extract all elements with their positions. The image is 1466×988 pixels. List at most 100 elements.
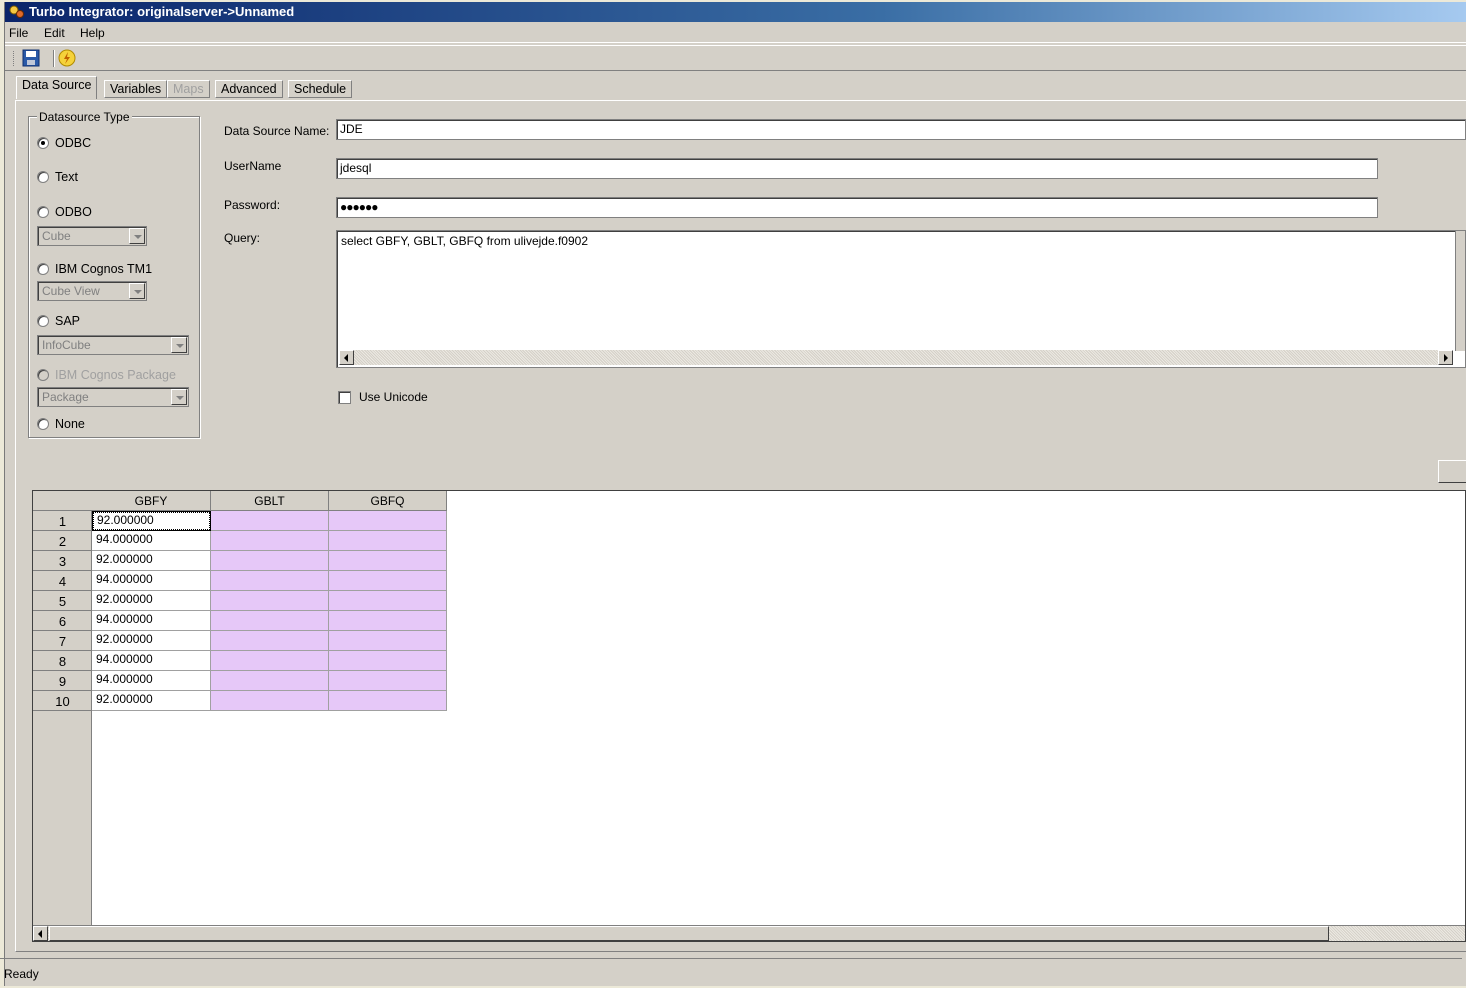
row-header[interactable]: 3 [33, 551, 92, 571]
table-cell-gbfq[interactable] [329, 551, 447, 571]
radio-button[interactable] [37, 263, 49, 275]
table-cell-gbfy[interactable]: 94.000000 [92, 611, 211, 631]
row-header[interactable]: 4 [33, 571, 92, 591]
table-cell-gbfy[interactable]: 94.000000 [92, 571, 211, 591]
grid-horizontal-scrollbar[interactable] [33, 925, 1465, 941]
table-cell-gbfy[interactable]: 92.000000 [92, 551, 211, 571]
run-icon [58, 49, 76, 67]
radio-button-checked[interactable] [37, 137, 49, 149]
table-cell-gbfq[interactable] [329, 651, 447, 671]
table-cell-gbfy[interactable]: 92.000000 [92, 631, 211, 651]
table-cell-gbfy[interactable]: 92.000000 [92, 591, 211, 611]
row-header[interactable]: 8 [33, 651, 92, 671]
app-gears-icon [9, 5, 24, 18]
query-text: select GBFY, GBLT, GBFQ from ulivejde.f0… [341, 234, 588, 248]
column-header-gbfy[interactable]: GBFY [92, 491, 211, 511]
radio-button[interactable] [37, 315, 49, 327]
window-title: Turbo Integrator: originalserver->Unname… [29, 4, 295, 19]
status-text: Ready [4, 967, 39, 981]
menu-bar: File Edit Help [5, 23, 1466, 43]
table-cell-gbfy[interactable]: 92.000000 [92, 511, 211, 531]
chevron-down-icon [171, 389, 187, 405]
table-cell-gblt[interactable] [211, 691, 329, 711]
radio-text[interactable]: Text [37, 170, 78, 186]
table-cell-gblt[interactable] [211, 531, 329, 551]
username-label: UserName [224, 159, 282, 173]
table-cell-gblt[interactable] [211, 631, 329, 651]
table-cell-gblt[interactable] [211, 611, 329, 631]
odbo-combo: Cube [37, 226, 147, 246]
table-cell-gbfq[interactable] [329, 511, 447, 531]
tab-schedule[interactable]: Schedule [288, 80, 353, 98]
preview-button[interactable] [1438, 460, 1466, 483]
table-cell-gbfq[interactable] [329, 591, 447, 611]
query-vertical-scrollbar[interactable] [1455, 231, 1465, 351]
tab-variables[interactable]: Variables [104, 80, 168, 98]
table-cell-gblt[interactable] [211, 551, 329, 571]
package-combo-value: Package [42, 390, 89, 404]
chevron-down-icon [171, 337, 187, 353]
run-button[interactable] [57, 49, 79, 69]
radio-odbc-label: ODBC [55, 136, 92, 150]
row-header[interactable]: 5 [33, 591, 92, 611]
sap-combo: InfoCube [37, 335, 189, 355]
column-header-gbfq[interactable]: GBFQ [329, 491, 447, 511]
tab-data-source[interactable]: Data Source [16, 76, 98, 99]
password-label: Password: [224, 198, 281, 212]
table-cell-gblt[interactable] [211, 651, 329, 671]
radio-button[interactable] [37, 206, 49, 218]
table-cell-gblt[interactable] [211, 571, 329, 591]
table-cell-gbfq[interactable] [329, 671, 447, 691]
row-header[interactable]: 1 [33, 511, 92, 531]
row-header[interactable]: 2 [33, 531, 92, 551]
column-header-gblt[interactable]: GBLT [211, 491, 329, 511]
table-cell-gbfq[interactable] [329, 631, 447, 651]
table-cell-gbfq[interactable] [329, 571, 447, 591]
scroll-right-icon[interactable] [1438, 350, 1453, 365]
query-horizontal-scrollbar[interactable] [339, 350, 1453, 365]
scroll-thumb[interactable] [49, 926, 1329, 941]
table-cell-gblt[interactable] [211, 511, 329, 531]
row-header[interactable]: 6 [33, 611, 92, 631]
toolbar-grip[interactable] [13, 51, 16, 66]
password-field[interactable]: ●●●●●● [336, 197, 1378, 218]
radio-package: IBM Cognos Package [37, 368, 176, 384]
table-cell-gbfy[interactable]: 94.000000 [92, 531, 211, 551]
menu-edit[interactable]: Edit [44, 26, 65, 40]
query-textarea[interactable]: select GBFY, GBLT, GBFQ from ulivejde.f0… [336, 230, 1466, 368]
table-cell-gbfy[interactable]: 94.000000 [92, 651, 211, 671]
table-cell-gbfq[interactable] [329, 531, 447, 551]
radio-button[interactable] [37, 171, 49, 183]
table-cell-gbfy[interactable]: 92.000000 [92, 691, 211, 711]
row-header[interactable]: 10 [33, 691, 92, 711]
username-field[interactable]: jdesql [336, 158, 1378, 179]
menu-file[interactable]: File [9, 26, 28, 40]
radio-tm1-label: IBM Cognos TM1 [55, 262, 153, 276]
row-header[interactable]: 7 [33, 631, 92, 651]
table-cell-gblt[interactable] [211, 671, 329, 691]
radio-text-label: Text [55, 170, 78, 184]
save-button[interactable] [21, 49, 43, 69]
tab-advanced[interactable]: Advanced [215, 80, 283, 98]
table-cell-gbfq[interactable] [329, 611, 447, 631]
radio-tm1[interactable]: IBM Cognos TM1 [37, 262, 152, 278]
title-bar: Turbo Integrator: originalserver->Unname… [5, 2, 1466, 22]
scroll-left-icon[interactable] [33, 926, 48, 941]
table-cell-gbfq[interactable] [329, 691, 447, 711]
radio-odbo[interactable]: ODBO [37, 205, 92, 221]
scroll-left-icon[interactable] [339, 350, 354, 365]
use-unicode-checkbox[interactable] [338, 391, 351, 404]
menu-help[interactable]: Help [80, 26, 105, 40]
row-header[interactable]: 9 [33, 671, 92, 691]
ds-name-label: Data Source Name: [224, 124, 330, 138]
radio-package-label: IBM Cognos Package [55, 368, 176, 382]
radio-none[interactable]: None [37, 417, 85, 433]
ds-name-field[interactable]: JDE [336, 119, 1466, 140]
radio-button-disabled [37, 369, 49, 381]
table-cell-gblt[interactable] [211, 591, 329, 611]
radio-button[interactable] [37, 418, 49, 430]
table-cell-gbfy[interactable]: 94.000000 [92, 671, 211, 691]
query-label: Query: [224, 231, 261, 245]
radio-sap[interactable]: SAP [37, 314, 80, 330]
radio-odbc[interactable]: ODBC [37, 136, 91, 152]
